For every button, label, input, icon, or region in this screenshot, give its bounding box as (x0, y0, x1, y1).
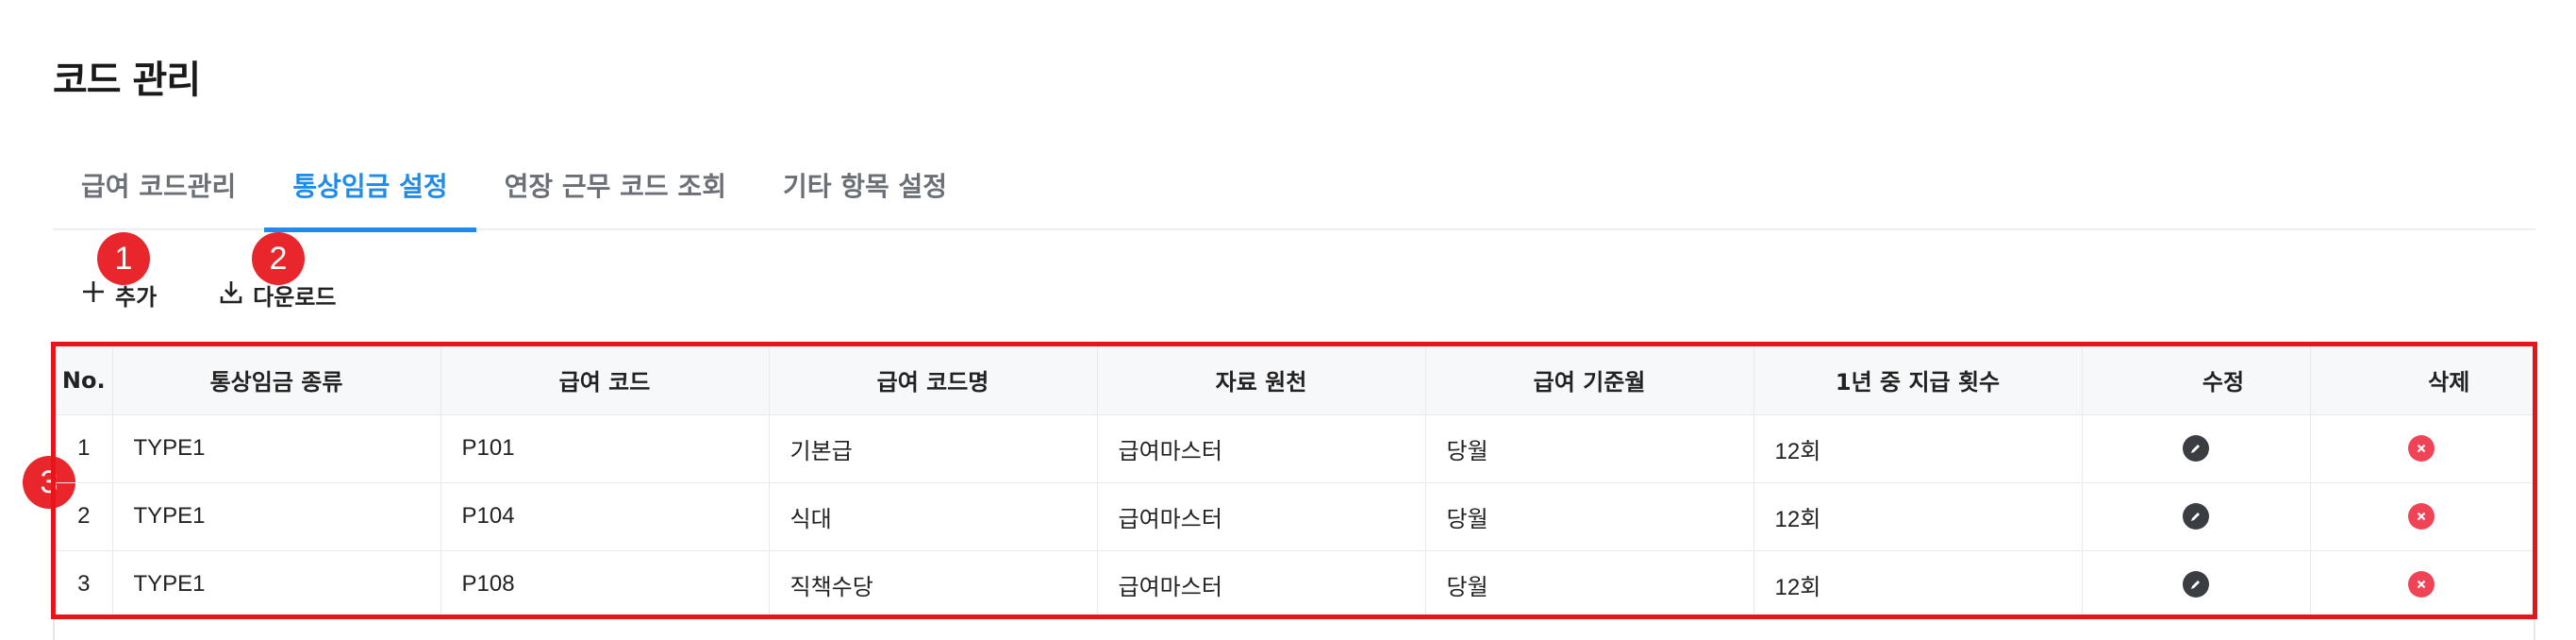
plus-icon (79, 278, 108, 312)
download-icon (217, 278, 245, 312)
download-button-label: 다운로드 (253, 283, 337, 311)
tab-ordinary-wage[interactable]: 통상임금 설정 (264, 140, 476, 232)
page-title: 코드 관리 (53, 59, 201, 102)
tab-payroll-code[interactable]: 급여 코드관리 (53, 140, 264, 230)
tab-other-items[interactable]: 기타 항목 설정 (755, 140, 975, 230)
annotation-badge-2: 2 (252, 232, 305, 285)
annotation-badge-1: 1 (97, 232, 150, 285)
annotation-highlight-box (51, 342, 2537, 619)
tab-overtime-code[interactable]: 연장 근무 코드 조회 (476, 140, 755, 230)
tab-bar: 급여 코드관리 통상임금 설정 연장 근무 코드 조회 기타 항목 설정 (53, 140, 2535, 232)
